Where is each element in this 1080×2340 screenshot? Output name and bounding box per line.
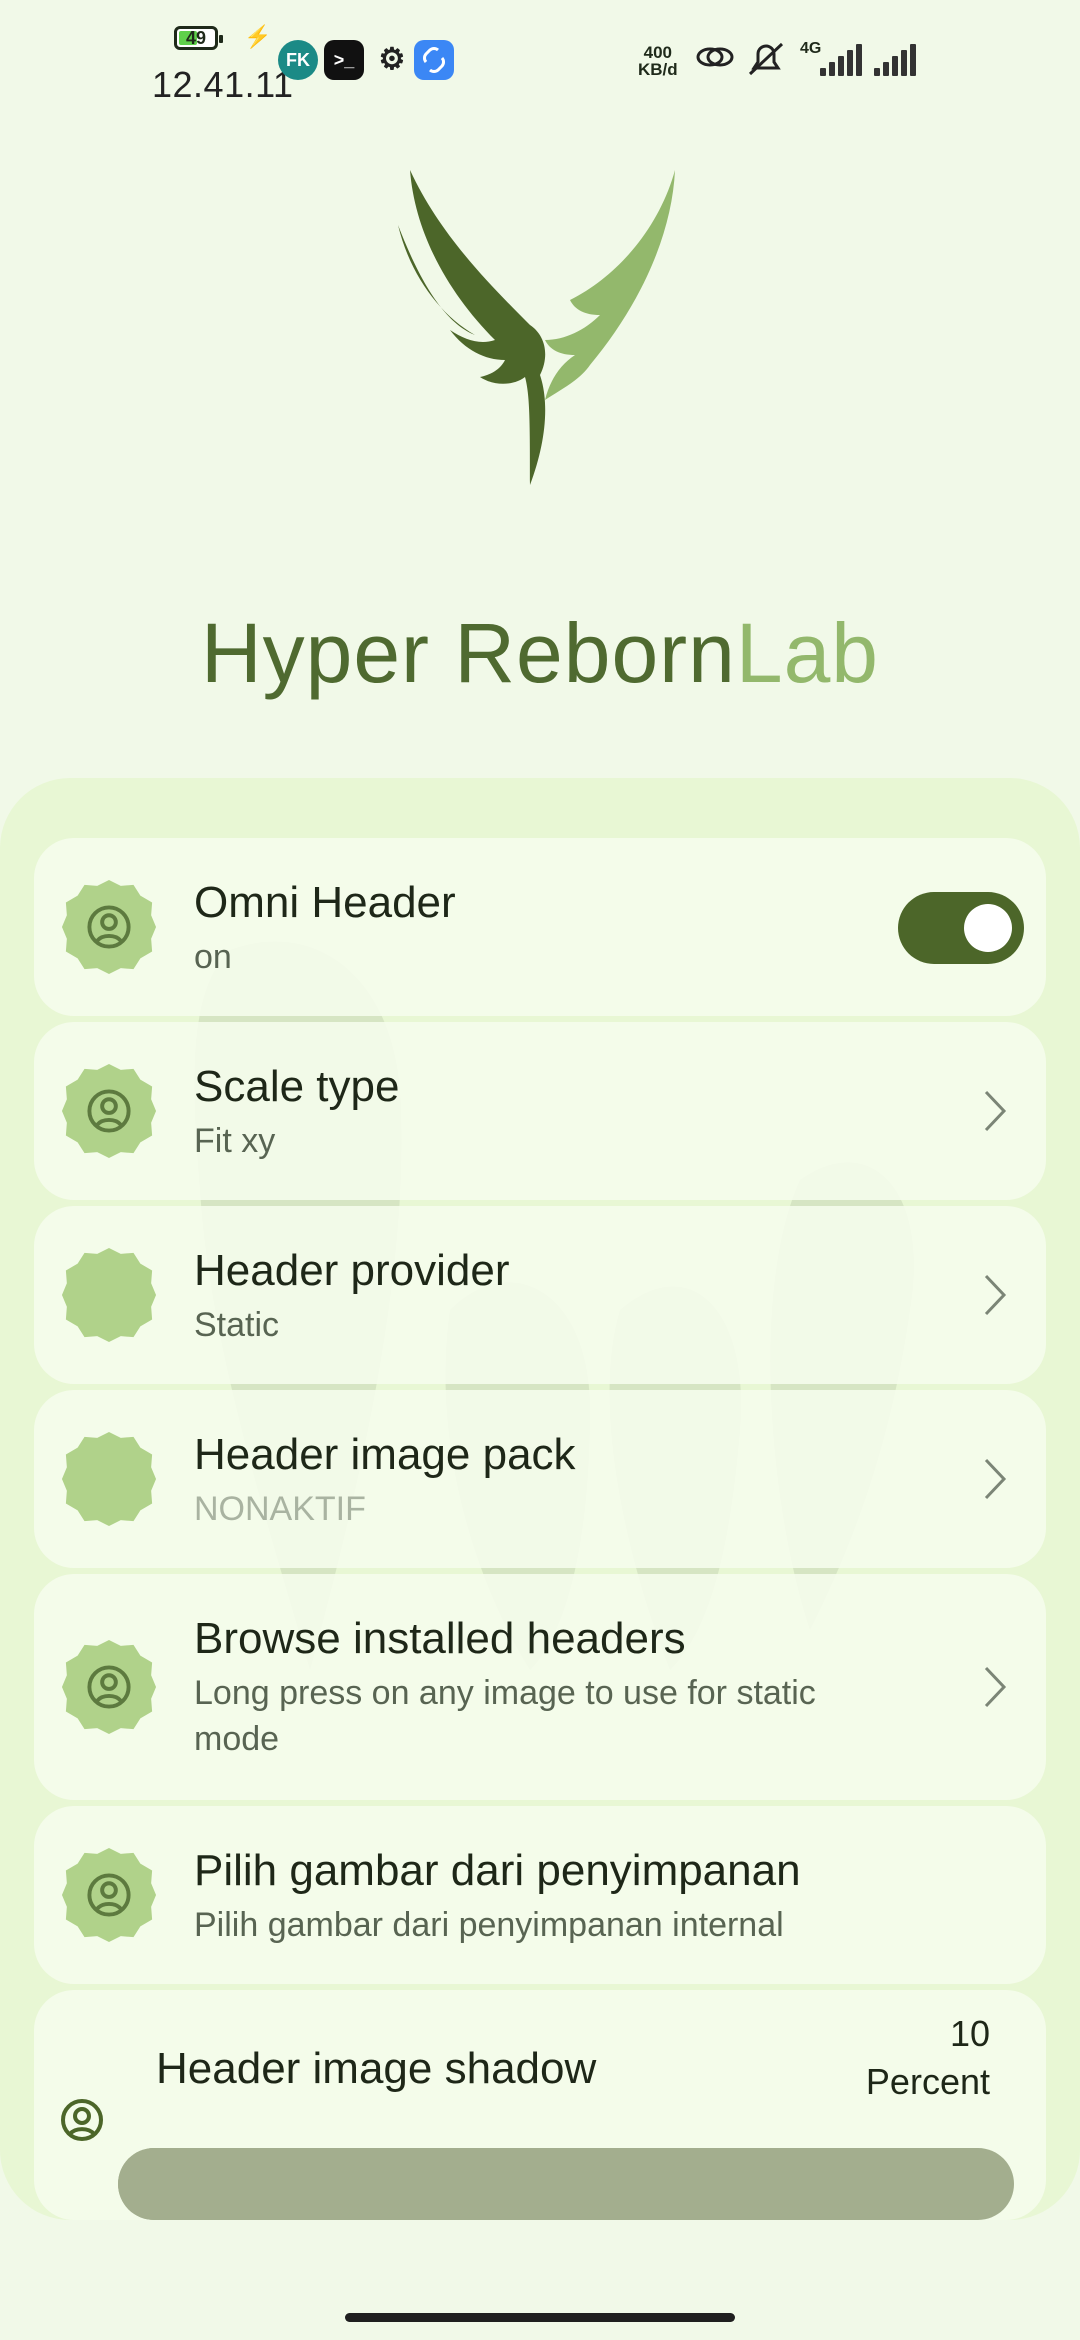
signal-2-icon (874, 44, 916, 76)
setting-browse-installed-headers[interactable]: Browse installed headers Long press on a… (34, 1574, 1046, 1800)
net-speed: 400 KB/d (638, 44, 678, 78)
setting-title: Header provider (194, 1246, 510, 1295)
setting-subtitle: Pilih gambar dari penyimpanan internal (194, 1906, 784, 1944)
status-bar: 49 ⚡ 12.41.11 FK >_ ⚙ 400 KB/d 4G (0, 0, 1080, 110)
signal-icon (820, 44, 862, 76)
link-app-icon (414, 40, 454, 80)
terminal-icon: >_ (324, 40, 364, 80)
battery-icon: 49 (174, 26, 223, 50)
charging-icon: ⚡ (244, 24, 272, 49)
shadow-slider[interactable] (118, 2148, 1014, 2220)
net-speed-unit: KB/d (638, 60, 678, 79)
user-circle-icon (61, 2099, 103, 2141)
blank-badge-icon (60, 1430, 158, 1528)
battery-level: 49 (185, 28, 207, 48)
status-time: 12.41.11 (152, 64, 294, 105)
setting-title: Browse installed headers (194, 1614, 686, 1663)
app-title-accent: Lab (735, 606, 880, 700)
shadow-value-number: 10 (949, 2013, 990, 2054)
setting-title: Header image pack (194, 1430, 576, 1479)
net-speed-value: 400 (643, 43, 673, 62)
chevron-right-icon (984, 1274, 1007, 1316)
blank-badge-icon (60, 1246, 158, 1344)
setting-header-image-shadow: Header image shadow 10 Percent (34, 1990, 1046, 2220)
setting-subtitle: Static (194, 1306, 280, 1344)
setting-subtitle-line1: Long press on any image to use for stati… (194, 1674, 816, 1712)
app-title-main: Hyper Reborn (200, 606, 736, 700)
setting-title: Omni Header (194, 878, 456, 927)
setting-subtitle-line2: mode (194, 1720, 280, 1758)
toggle-knob (964, 904, 1012, 952)
home-indicator[interactable] (345, 2313, 735, 2322)
user-circle-icon (60, 1062, 158, 1160)
slider-fill (118, 2148, 208, 2220)
user-circle-icon (60, 1846, 158, 1944)
omni-header-toggle[interactable] (898, 892, 1024, 964)
hotspot-icon (694, 40, 734, 82)
setting-header-image-pack[interactable]: Header image pack NONAKTIF (34, 1390, 1046, 1568)
shadow-value: 10 Percent (866, 2010, 990, 2106)
setting-subtitle: on (194, 938, 232, 976)
setting-omni-header[interactable]: Omni Header on (34, 838, 1046, 1016)
setting-subtitle: Fit xy (194, 1122, 276, 1160)
settings-gear-icon: ⚙ (378, 43, 406, 76)
wings-logo-icon (398, 170, 675, 485)
user-circle-icon (60, 878, 158, 976)
app-title: Hyper RebornLab (0, 605, 1080, 702)
chevron-right-icon (984, 1666, 1007, 1708)
network-type: 4G (800, 40, 822, 57)
setting-scale-type[interactable]: Scale type Fit xy (34, 1022, 1046, 1200)
setting-subtitle: NONAKTIF (194, 1490, 366, 1528)
setting-header-provider[interactable]: Header provider Static (34, 1206, 1046, 1384)
setting-title: Pilih gambar dari penyimpanan (194, 1846, 801, 1895)
chevron-right-icon (984, 1090, 1007, 1132)
shadow-value-unit: Percent (865, 2061, 990, 2102)
setting-title: Scale type (194, 1062, 400, 1111)
setting-pick-image-storage[interactable]: Pilih gambar dari penyimpanan Pilih gamb… (34, 1806, 1046, 1984)
mute-icon (746, 40, 786, 86)
user-circle-icon (60, 1638, 158, 1736)
chevron-right-icon (984, 1458, 1007, 1500)
shadow-title: Header image shadow (156, 2044, 597, 2093)
fk-app-icon: FK (278, 40, 318, 80)
